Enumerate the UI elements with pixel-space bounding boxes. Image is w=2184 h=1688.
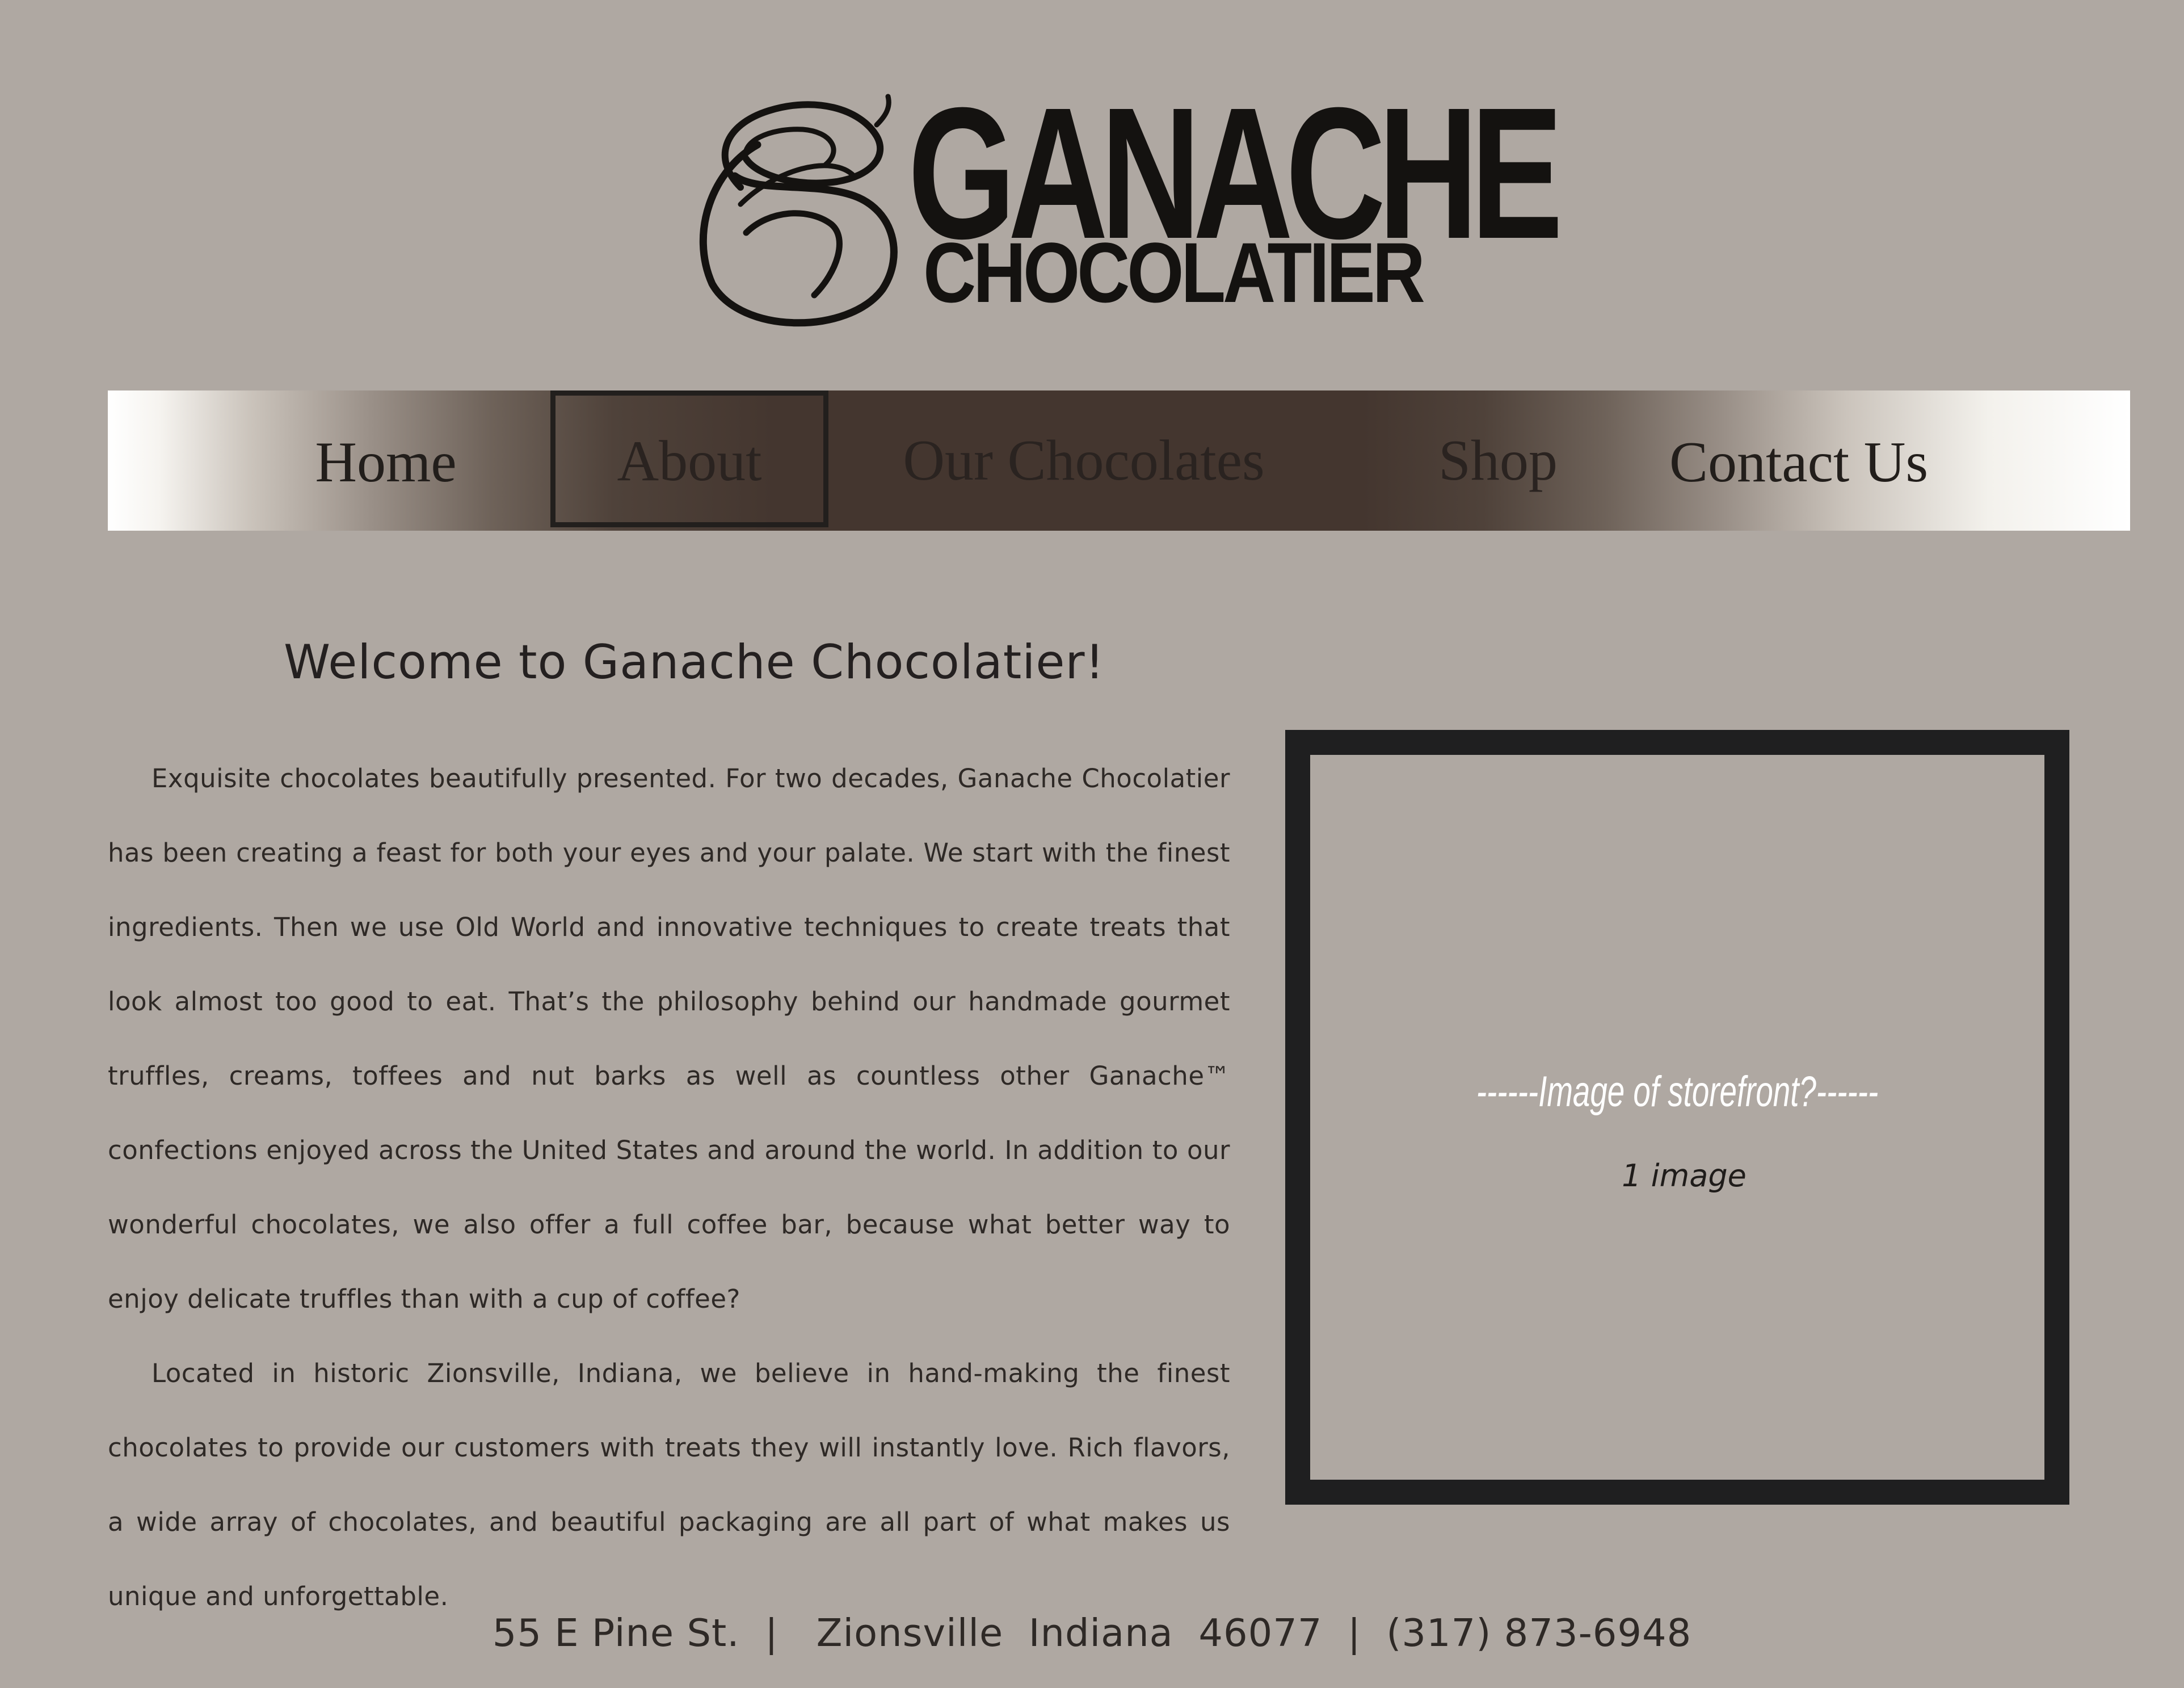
intro-paragraph: Exquisite chocolates beautifully present… [108, 763, 1230, 1314]
image-placeholder-caption: ------Image of storefront?------ [1476, 1068, 1879, 1116]
image-count-note: 1 image [1622, 1158, 1747, 1194]
logo-subtitle: CHOCOLATIER [923, 225, 1425, 320]
nav-item-about[interactable]: About [550, 390, 828, 527]
intro-paragraph: Located in historic Zionsville, Indiana,… [108, 1358, 1230, 1611]
logo[interactable]: GANACHE CHOCOLATIER [689, 79, 1563, 335]
main-nav: Home About Our Chocolates Shop Contact U… [108, 390, 2130, 531]
nav-item-home[interactable]: Home [278, 392, 494, 532]
storefront-image-placeholder: ------Image of storefront?------ 1 image [1285, 730, 2069, 1505]
footer-address: 55 E Pine St. | Zionsville Indiana 46077… [492, 1611, 1692, 1655]
nav-item-our-chocolates[interactable]: Our Chocolates [885, 390, 1282, 531]
nav-item-contact-us[interactable]: Contact Us [1651, 392, 1946, 532]
page-title: Welcome to Ganache Chocolatier! [284, 635, 1105, 690]
nav-item-shop[interactable]: Shop [1413, 390, 1583, 531]
intro-text: Exquisite chocolates beautifully present… [108, 741, 1230, 1634]
